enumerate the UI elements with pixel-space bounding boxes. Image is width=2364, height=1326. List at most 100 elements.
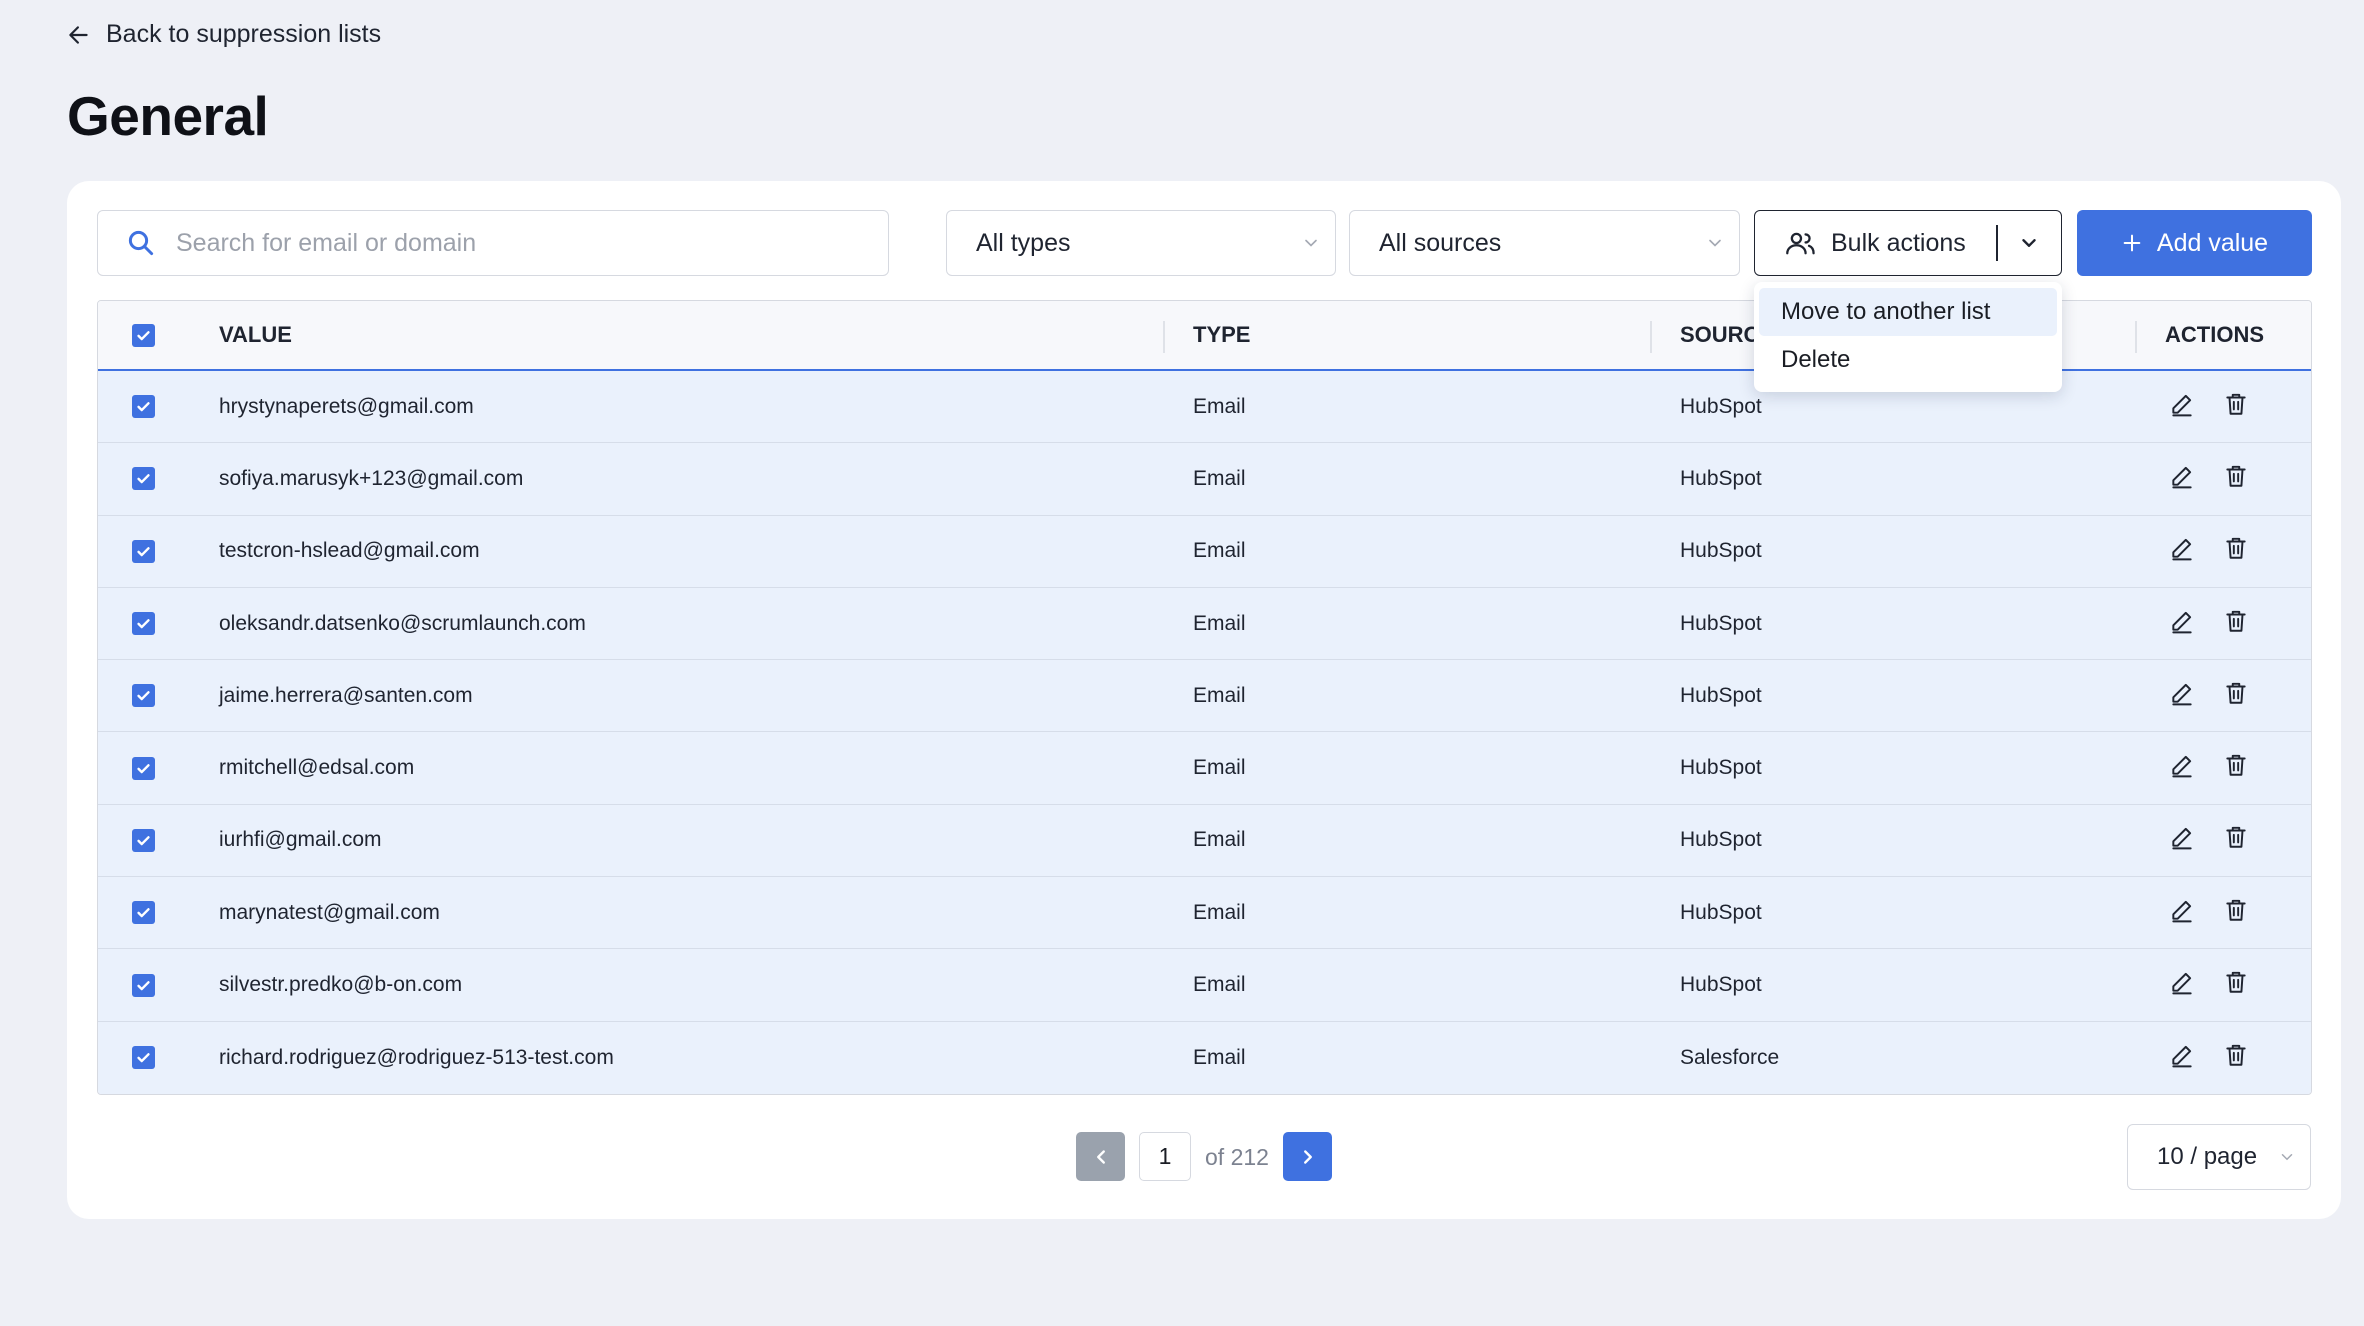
pencil-icon: [2172, 1045, 2192, 1068]
checkbox[interactable]: [132, 684, 155, 708]
cell-type: Email: [1193, 466, 1246, 490]
bulk-actions-main[interactable]: Bulk actions: [1755, 229, 1966, 258]
trash-icon: [2226, 682, 2246, 704]
edit-button[interactable]: [2169, 897, 2195, 929]
checkbox[interactable]: [132, 901, 155, 925]
add-value-button[interactable]: Add value: [2077, 210, 2312, 276]
edit-button[interactable]: [2169, 391, 2195, 423]
row-checkbox[interactable]: [132, 684, 155, 708]
row-checkbox[interactable]: [132, 756, 155, 780]
row-checkbox[interactable]: [132, 395, 155, 419]
cell-type: Email: [1193, 394, 1246, 418]
chevron-down-icon: [2022, 239, 2036, 247]
source-filter-select[interactable]: All sources: [1349, 210, 1740, 276]
delete-button[interactable]: [2223, 608, 2249, 640]
checkbox[interactable]: [132, 612, 155, 636]
cell-type: Email: [1193, 611, 1246, 635]
checkbox[interactable]: [132, 395, 155, 419]
suppression-table: VALUE TYPE SOURCE ACTIONS hrystynaperets…: [97, 300, 2312, 1095]
pencil-icon: [2172, 756, 2192, 778]
check-icon: [137, 402, 150, 412]
checkbox[interactable]: [132, 973, 155, 997]
checkbox[interactable]: [132, 828, 155, 852]
checkbox[interactable]: [132, 539, 155, 563]
page-number-input[interactable]: 1: [1139, 1132, 1191, 1181]
edit-button[interactable]: [2169, 463, 2195, 495]
delete-button[interactable]: [2223, 680, 2249, 712]
table-row[interactable]: oleksandr.datsenko@scrumlaunch.com Email H…: [98, 587, 2311, 661]
pencil-icon: [2172, 466, 2192, 489]
table-row[interactable]: jaime.herrera@santen.com Email HubSpot: [98, 660, 2311, 733]
back-link[interactable]: Back to suppression lists: [66, 20, 381, 49]
page-size-select[interactable]: 10 / page: [2127, 1124, 2311, 1190]
back-link-label: Back to suppression lists: [106, 20, 382, 48]
bulk-actions-button[interactable]: Bulk actions: [1754, 210, 2062, 276]
column-header-value[interactable]: VALUE: [219, 322, 292, 348]
delete-button[interactable]: [2223, 752, 2249, 784]
edit-button[interactable]: [2169, 535, 2195, 567]
table-row[interactable]: richard.rodriguez@rodriguez-513-test.com…: [98, 1021, 2311, 1094]
cell-value: richard.rodriguez@rodriguez-513-test.com: [219, 1045, 614, 1069]
column-divider: [2135, 321, 2137, 353]
edit-button[interactable]: [2169, 1042, 2195, 1074]
select-all-checkbox[interactable]: [132, 323, 155, 347]
column-header-type[interactable]: TYPE: [1193, 322, 1250, 348]
table-row[interactable]: silvestr.predko@b-on.com Email HubSpot: [98, 949, 2311, 1022]
type-filter-select[interactable]: All types: [946, 210, 1336, 276]
menu-item-delete[interactable]: Delete: [1759, 336, 2057, 384]
cell-source: HubSpot: [1680, 756, 1762, 780]
row-checkbox[interactable]: [132, 973, 155, 997]
row-checkbox[interactable]: [132, 612, 155, 636]
delete-button[interactable]: [2223, 897, 2249, 929]
edit-button[interactable]: [2169, 824, 2195, 856]
edit-button[interactable]: [2169, 608, 2195, 640]
check-icon: [137, 474, 150, 484]
column-header-actions: ACTIONS: [2165, 322, 2264, 347]
menu-item-move-to-another-list[interactable]: Move to another list: [1759, 288, 2057, 336]
cell-value: rmitchell@edsal.com: [219, 756, 415, 780]
cell-type: Email: [1193, 683, 1246, 707]
search-icon: [128, 230, 154, 256]
trash-icon: [2226, 610, 2246, 632]
row-checkbox[interactable]: [132, 539, 155, 563]
chevron-left-icon: [1096, 1149, 1105, 1164]
cell-type: Email: [1193, 828, 1246, 852]
delete-button[interactable]: [2223, 969, 2249, 1001]
delete-button[interactable]: [2223, 535, 2249, 567]
pencil-icon: [2172, 539, 2192, 561]
checkbox[interactable]: [132, 756, 155, 780]
checkbox[interactable]: [132, 1046, 155, 1070]
delete-button[interactable]: [2223, 463, 2249, 495]
edit-button[interactable]: [2169, 680, 2195, 712]
edit-button[interactable]: [2169, 969, 2195, 1001]
row-checkbox[interactable]: [132, 828, 155, 852]
users-icon: [1786, 232, 1815, 255]
table-row[interactable]: marynatest@gmail.com Email HubSpot: [98, 877, 2311, 950]
table-row[interactable]: rmitchell@edsal.com Email HubSpot: [98, 732, 2311, 805]
checkbox[interactable]: [132, 323, 155, 347]
row-checkbox[interactable]: [132, 467, 155, 491]
table-row[interactable]: testcron-hslead@gmail.com Email HubSpot: [98, 515, 2311, 588]
checkbox[interactable]: [132, 467, 155, 491]
source-filter-value: All sources: [1379, 228, 1502, 257]
delete-button[interactable]: [2223, 1042, 2249, 1074]
next-page-button[interactable]: [1283, 1132, 1332, 1181]
delete-button[interactable]: [2223, 391, 2249, 423]
search-input[interactable]: [176, 228, 856, 258]
pencil-icon: [2172, 828, 2192, 850]
previous-page-button[interactable]: [1076, 1132, 1125, 1181]
cell-value: marynatest@gmail.com: [219, 900, 440, 924]
row-checkbox[interactable]: [132, 901, 155, 925]
row-checkbox[interactable]: [132, 1046, 155, 1070]
type-filter-value: All types: [976, 228, 1071, 257]
cell-source: HubSpot: [1680, 973, 1762, 997]
cell-source: HubSpot: [1680, 828, 1762, 852]
search-box[interactable]: [97, 210, 889, 276]
edit-button[interactable]: [2169, 752, 2195, 784]
cell-value: hrystynaperets@gmail.com: [219, 394, 474, 418]
table-row[interactable]: sofiya.marusyk+123@gmail.com Email HubSpot: [98, 443, 2311, 516]
bulk-actions-toggle[interactable]: [1998, 232, 2040, 254]
pencil-icon: [2172, 611, 2192, 633]
table-row[interactable]: iurhfi@gmail.com Email HubSpot: [98, 804, 2311, 878]
delete-button[interactable]: [2223, 824, 2249, 856]
